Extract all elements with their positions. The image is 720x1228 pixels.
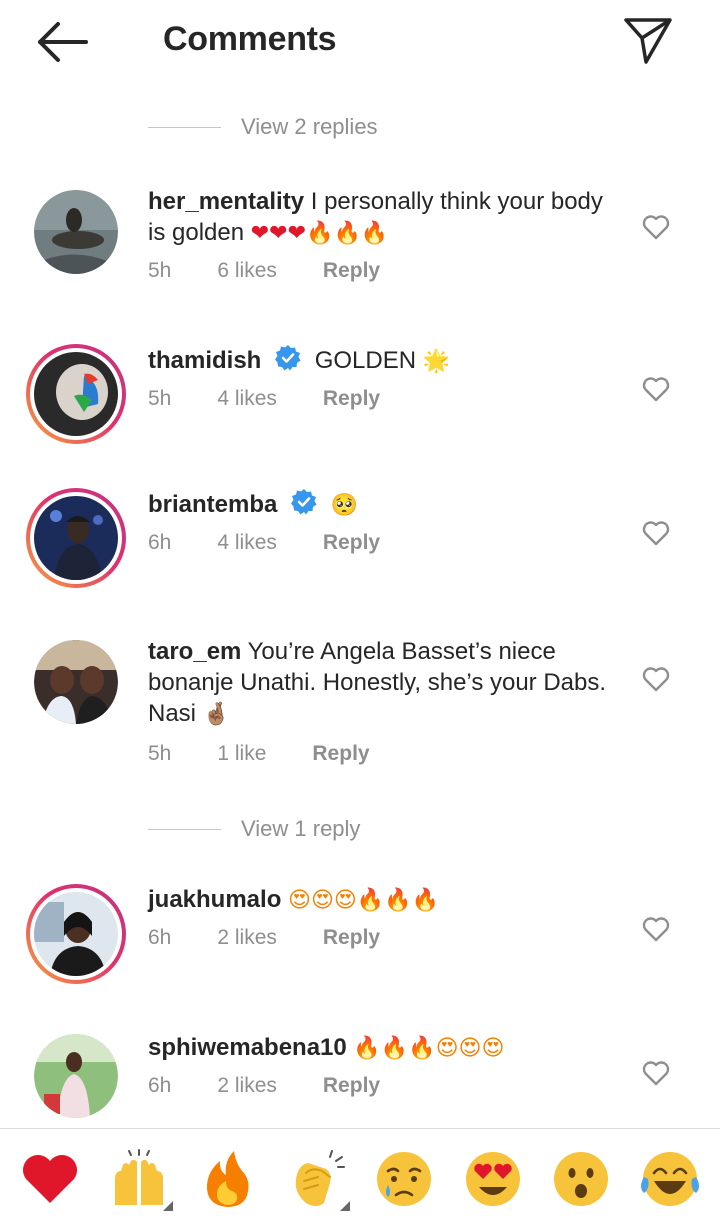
like-heart-icon[interactable] [642,376,670,402]
view-replies-label: View 2 replies [241,114,378,139]
view-replies-link[interactable]: View 1 reply [148,816,360,842]
surprised-face-icon [554,1151,609,1206]
comment-username[interactable]: juakhumalo [148,886,281,913]
like-heart-icon[interactable] [642,520,670,546]
comment-username[interactable]: taro_em [148,638,241,665]
avatar[interactable] [26,884,126,984]
comment-username[interactable]: her_mentality [148,188,304,215]
page-title: Comments [163,20,337,58]
avatar[interactable] [34,190,118,274]
crying-face-icon [377,1151,432,1206]
like-heart-icon[interactable] [642,1060,670,1086]
tears-of-joy-face-icon [640,1151,699,1206]
emoji-heart-eyes-button[interactable] [457,1143,529,1215]
avatar[interactable] [34,1034,118,1118]
skin-tone-indicator [162,1200,173,1211]
comment-username[interactable]: briantemba [148,491,277,518]
comment-time: 5h [148,259,172,282]
emoji-crying-button[interactable] [368,1143,440,1215]
avatar[interactable] [26,488,126,588]
raising-hands-icon [114,1148,163,1205]
heart-eyes-face-icon [465,1151,520,1206]
comment-likes[interactable]: 2 likes [217,1074,277,1098]
comment-emojis: 😍😍😍🔥🔥🔥 [288,888,440,913]
verified-badge-icon [291,489,317,515]
comment-emojis: 🌟 [422,349,451,374]
like-heart-icon[interactable] [642,666,670,692]
comment-likes[interactable]: 1 like [217,742,266,766]
comment-time: 6h [148,926,172,949]
comment-emojis: 🔥🔥🔥😍😍😍 [353,1036,505,1061]
comment-text: GOLDEN [314,347,417,374]
avatar[interactable] [26,344,126,444]
like-heart-icon[interactable] [642,916,670,942]
fire-icon [207,1150,249,1207]
back-arrow-icon[interactable] [34,20,94,64]
skin-tone-indicator [339,1200,350,1211]
reply-button[interactable]: Reply [312,742,369,766]
replies-divider-line [148,828,221,830]
comment-likes[interactable]: 4 likes [217,387,277,411]
emoji-quick-reaction-bar [0,1129,720,1228]
clapping-hands-icon [295,1149,345,1206]
view-replies-label: View 1 reply [241,816,361,841]
comment-time: 5h [148,742,172,765]
comment-username[interactable]: sphiwemabena10 [148,1034,347,1061]
emoji-clapping-hands-button[interactable] [280,1143,352,1215]
comment-likes[interactable]: 2 likes [217,926,277,950]
comment-time: 6h [148,531,172,554]
comment-emojis: 🤞🏽 [202,702,231,727]
comment-likes[interactable]: 6 likes [217,259,277,283]
verified-badge-icon [275,345,301,371]
comment-emojis: 🥺 [330,493,359,518]
replies-divider-line [148,126,221,128]
emoji-heart-button[interactable] [14,1143,86,1215]
reply-button[interactable]: Reply [323,387,380,411]
comment-time: 6h [148,1074,172,1097]
comment-emojis: ❤❤❤🔥🔥🔥 [250,221,389,246]
emoji-tears-of-joy-button[interactable] [634,1143,706,1215]
red-heart-icon [23,1154,78,1203]
view-replies-link[interactable]: View 2 replies [148,114,378,140]
reply-button[interactable]: Reply [323,259,380,283]
emoji-surprised-button[interactable] [545,1143,617,1215]
avatar[interactable] [34,640,118,724]
like-heart-icon[interactable] [642,214,670,240]
comment-time: 5h [148,387,172,410]
emoji-fire-button[interactable] [191,1143,263,1215]
comment-likes[interactable]: 4 likes [217,531,277,555]
top-bar: Comments [0,0,720,84]
comment-username[interactable]: thamidish [148,347,261,374]
reply-button[interactable]: Reply [323,531,380,555]
reply-button[interactable]: Reply [323,1074,380,1098]
direct-send-icon[interactable] [620,12,676,68]
emoji-raising-hands-button[interactable] [103,1143,175,1215]
reply-button[interactable]: Reply [323,926,380,950]
